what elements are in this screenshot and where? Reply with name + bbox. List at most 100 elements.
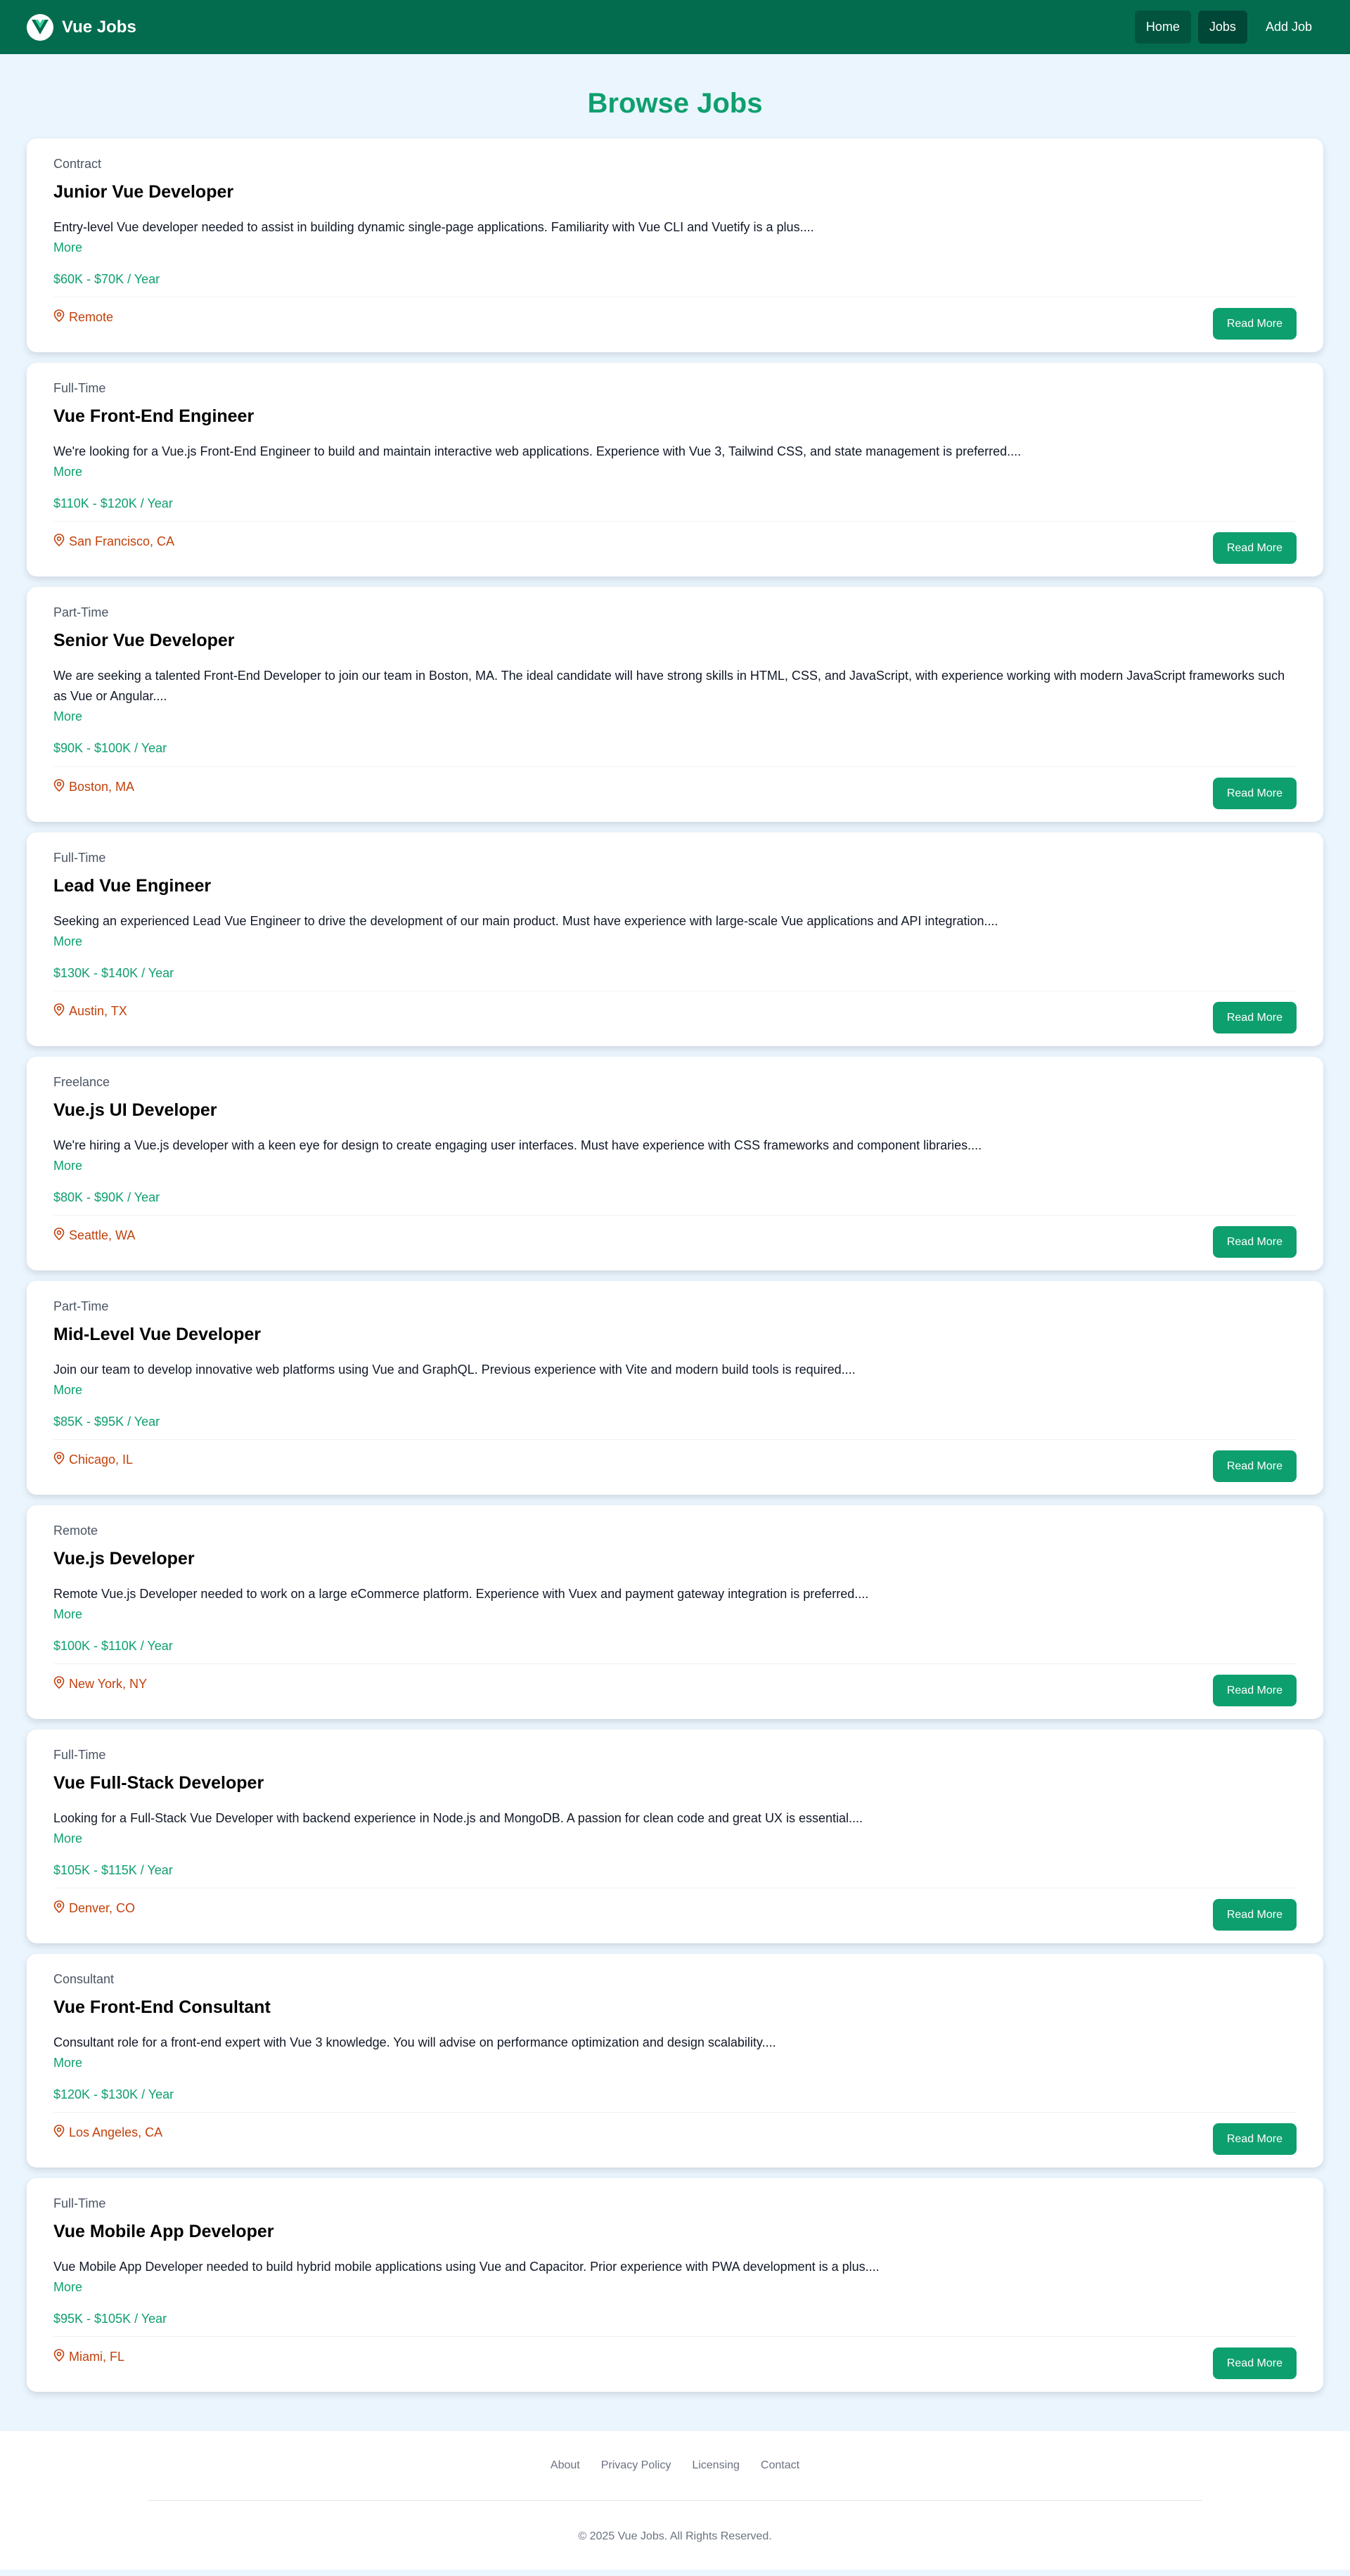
job-card: Full-Time Lead Vue Engineer Seeking an exp… [27, 832, 1323, 1046]
job-description: Consultant role for a front-end expert w… [53, 2035, 776, 2049]
map-pin-icon [53, 1228, 65, 1244]
page-title: Browse Jobs [587, 88, 763, 119]
job-title: Lead Vue Engineer [53, 876, 212, 896]
map-pin-icon [53, 1676, 65, 1692]
job-salary: $90K - $100K / Year [53, 741, 167, 755]
more-link[interactable]: More [53, 462, 82, 482]
map-pin-icon [53, 1452, 65, 1468]
more-link[interactable]: More [53, 1156, 82, 1176]
card-footer: San Francisco, CA Read More [53, 532, 1297, 564]
card-divider [53, 1215, 1297, 1216]
job-salary: $85K - $95K / Year [53, 1415, 160, 1429]
footer-link-licensing[interactable]: Licensing [692, 2459, 740, 2472]
job-salary: $110K - $120K / Year [53, 496, 173, 510]
location-text: Los Angeles, CA [69, 2125, 163, 2139]
more-link[interactable]: More [53, 1380, 82, 1400]
card-footer: Chicago, IL Read More [53, 1450, 1297, 1482]
card-footer: Remote Read More [53, 308, 1297, 340]
job-type: Full-Time [53, 851, 106, 865]
job-type: Part-Time [53, 1299, 109, 1313]
brand[interactable]: Vue Jobs [27, 13, 136, 41]
location-text: Seattle, WA [69, 1228, 136, 1242]
read-more-button[interactable]: Read More [1212, 2123, 1297, 2155]
job-type: Freelance [53, 1075, 110, 1089]
location-text: Boston, MA [69, 780, 135, 794]
nav-home-link[interactable]: Home [1134, 11, 1191, 44]
job-type: Consultant [53, 1972, 115, 1986]
read-more-button[interactable]: Read More [1212, 1675, 1297, 1706]
card-footer: Boston, MA Read More [53, 778, 1297, 809]
card-footer: Denver, CO Read More [53, 1899, 1297, 1931]
job-location: Boston, MA [53, 779, 134, 795]
more-link[interactable]: More [53, 1604, 82, 1625]
job-description: Join our team to develop innovative web … [53, 1363, 856, 1377]
footer-link-contact[interactable]: Contact [761, 2459, 799, 2472]
job-location: Remote [53, 309, 113, 326]
nav-jobs-link[interactable]: Jobs [1197, 11, 1247, 44]
job-description: Looking for a Full-Stack Vue Developer w… [53, 1811, 863, 1825]
job-location: Los Angeles, CA [53, 2125, 162, 2141]
card-footer: Miami, FL Read More [53, 2348, 1297, 2379]
footer-links: About Privacy Policy Licensing Contact [0, 2431, 1350, 2472]
job-type: Full-Time [53, 1748, 106, 1762]
job-location: Chicago, IL [53, 1452, 133, 1468]
location-text: Austin, TX [69, 1004, 127, 1018]
job-card: Part-Time Senior Vue Developer We are seek… [27, 587, 1323, 822]
footer-link-privacy-policy[interactable]: Privacy Policy [601, 2459, 671, 2472]
more-link[interactable]: More [53, 932, 82, 952]
job-location: Denver, CO [53, 1900, 135, 1917]
job-card: Remote Vue.js Developer Remote Vue.js Deve… [27, 1505, 1323, 1719]
job-location: New York, NY [53, 1676, 147, 1692]
job-card: Consultant Vue Front-End Consultant Consul… [27, 1954, 1323, 2168]
location-text: Chicago, IL [69, 1453, 134, 1467]
read-more-button[interactable]: Read More [1212, 1899, 1297, 1931]
more-link[interactable]: More [53, 238, 82, 258]
job-title: Vue Front-End Engineer [53, 406, 255, 426]
location-text: Denver, CO [69, 1901, 136, 1915]
footer-link-about[interactable]: About [551, 2459, 580, 2472]
read-more-button[interactable]: Read More [1212, 1450, 1297, 1482]
more-link[interactable]: More [53, 1829, 82, 1849]
job-description: Vue Mobile App Developer needed to build… [53, 2260, 880, 2274]
location-text: San Francisco, CA [69, 534, 175, 548]
more-link[interactable]: More [53, 2277, 82, 2298]
job-type: Contract [53, 157, 102, 171]
location-text: Miami, FL [69, 2350, 125, 2364]
read-more-button[interactable]: Read More [1212, 532, 1297, 564]
card-footer: Seattle, WA Read More [53, 1226, 1297, 1258]
more-link[interactable]: More [53, 707, 82, 727]
job-card: Freelance Vue.js UI Developer We're hiring… [27, 1057, 1323, 1270]
card-divider [53, 1439, 1297, 1440]
card-divider [53, 1663, 1297, 1664]
job-location: San Francisco, CA [53, 534, 174, 550]
map-pin-icon [53, 779, 65, 795]
map-pin-icon [53, 309, 65, 326]
job-type: Full-Time [53, 2196, 106, 2210]
vue-logo-icon [27, 13, 53, 41]
read-more-button[interactable]: Read More [1212, 778, 1297, 809]
brand-name: Vue Jobs [62, 17, 136, 37]
job-card: Contract Junior Vue Developer Entry-level … [27, 139, 1323, 352]
map-pin-icon [53, 2349, 65, 2365]
read-more-button[interactable]: Read More [1212, 2348, 1297, 2379]
map-pin-icon [53, 534, 65, 550]
read-more-button[interactable]: Read More [1212, 1002, 1297, 1033]
read-more-button[interactable]: Read More [1212, 308, 1297, 340]
job-salary: $105K - $115K / Year [53, 1863, 173, 1877]
job-location: Austin, TX [53, 1003, 127, 1019]
top-navbar: Vue Jobs Home Jobs Add Job [0, 0, 1350, 54]
job-description: We are seeking a talented Front-End Deve… [53, 669, 1285, 703]
copyright-text: © 2025 Vue Jobs. All Rights Reserved. [578, 2530, 772, 2542]
job-location: Miami, FL [53, 2349, 124, 2365]
job-card: Full-Time Vue Full-Stack Developer Looking… [27, 1730, 1323, 1943]
card-footer: Austin, TX Read More [53, 1002, 1297, 1033]
job-description: Entry-level Vue developer needed to assi… [53, 220, 814, 234]
read-more-button[interactable]: Read More [1212, 1226, 1297, 1258]
card-divider [53, 521, 1297, 522]
nav-links: Home Jobs Add Job [1134, 11, 1323, 44]
job-salary: $100K - $110K / Year [53, 1639, 173, 1653]
job-location: Seattle, WA [53, 1228, 135, 1244]
job-salary: $120K - $130K / Year [53, 2087, 174, 2101]
nav-add-job-link[interactable]: Add Job [1254, 11, 1323, 44]
more-link[interactable]: More [53, 2053, 82, 2073]
